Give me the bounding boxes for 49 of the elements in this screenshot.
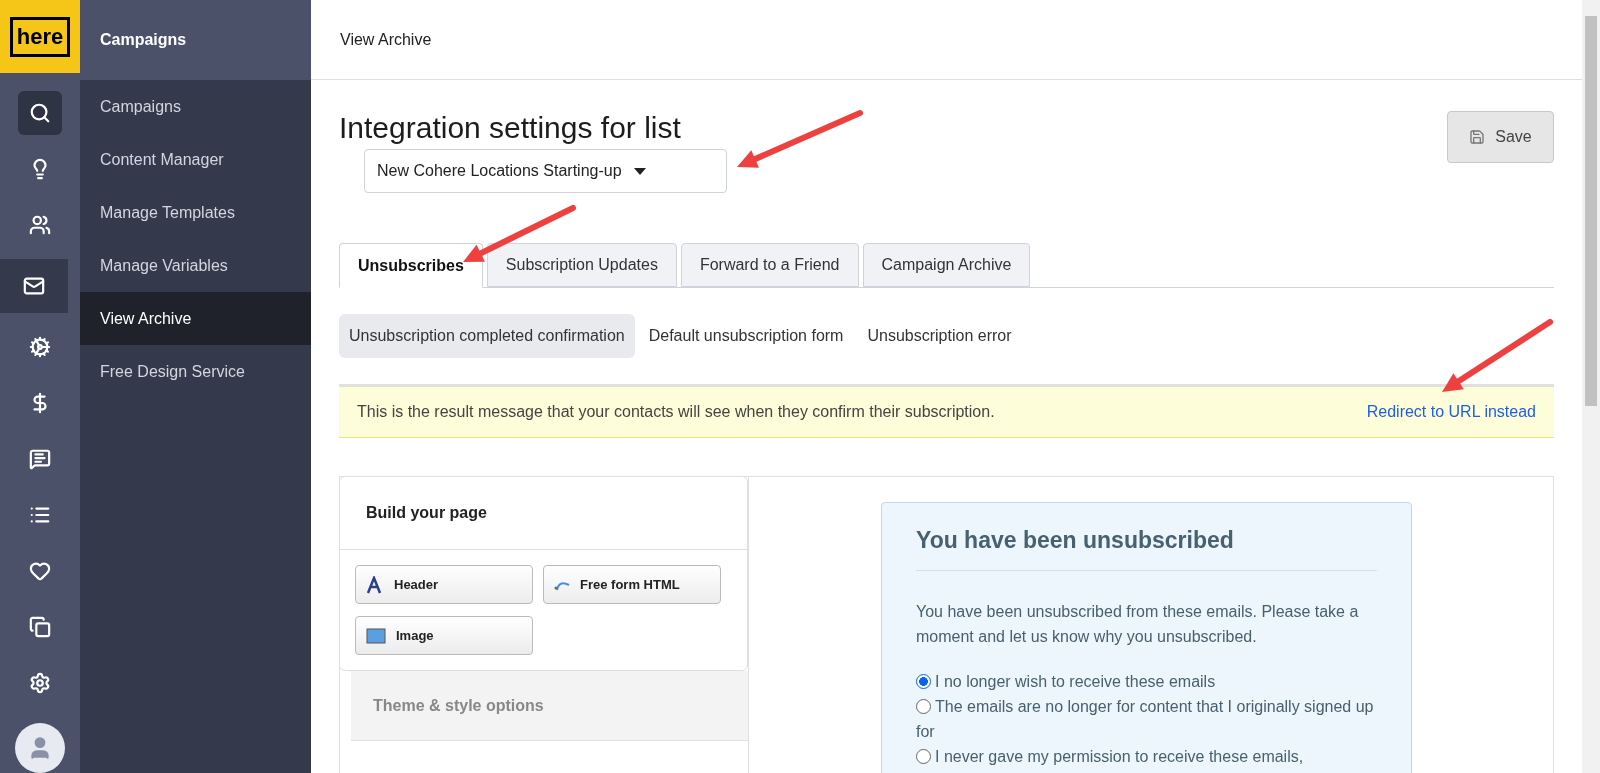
chat-icon: [29, 448, 51, 470]
save-icon: [1469, 129, 1486, 145]
tab[interactable]: Subscription Updates: [486, 243, 677, 287]
save-button[interactable]: Save: [1447, 111, 1554, 163]
page-heading: Integration settings for list: [339, 110, 682, 146]
banner-text: This is the result message that your contacts will see when they confirm their subscription.: [357, 402, 995, 422]
logo: here: [0, 0, 80, 73]
preview-intro: You have been unsubscribed from these emails. Please take a moment and let us know why you unsubscribed.: [916, 601, 1360, 647]
radio-button[interactable]: [916, 673, 931, 689]
radio-option[interactable]: The emails are no longer for content that I originally signed up for: [916, 693, 1377, 744]
sidebar-item[interactable]: Content Manager: [80, 133, 311, 186]
copy-icon: [29, 616, 51, 638]
radio-option[interactable]: I never gave my permission to receive these emails,: [916, 743, 1377, 769]
sidebar-title: Campaigns: [100, 30, 187, 50]
sidebar-item[interactable]: View Archive: [80, 292, 311, 345]
tab[interactable]: Campaign Archive: [862, 243, 1031, 287]
page-title: View Archive: [340, 29, 432, 50]
subtab[interactable]: Unsubscription error: [857, 314, 1022, 358]
block-button[interactable]: Header: [355, 565, 533, 604]
settings-icon: [29, 672, 51, 694]
block-button[interactable]: Free form HTML: [543, 565, 721, 604]
automation-icon: [29, 336, 51, 358]
preview-title: You have been unsubscribed: [916, 523, 1377, 571]
builder-title: Build your page: [366, 503, 487, 523]
redirect-link[interactable]: Redirect to URL instead: [1366, 400, 1536, 424]
sidebar-item[interactable]: Campaigns: [80, 80, 311, 133]
picture-icon: [366, 627, 386, 644]
caret-icon: [633, 167, 646, 175]
mail-icon: [23, 275, 45, 297]
list-icon: [29, 504, 51, 526]
contacts-icon: [29, 214, 51, 236]
tab[interactable]: Forward to a Friend: [680, 243, 859, 287]
radio-button[interactable]: [916, 748, 931, 764]
subtab[interactable]: Default unsubscription form: [638, 314, 854, 358]
radio-option[interactable]: I no longer wish to receive these emails: [916, 668, 1377, 694]
radio-button[interactable]: [916, 698, 931, 714]
heart-icon: [29, 560, 51, 582]
search-icon: [29, 102, 51, 124]
search-icon-button[interactable]: [18, 91, 62, 135]
mail-icon-button[interactable]: [0, 259, 68, 313]
list-select[interactable]: New Cohere Locations Starting-up: [364, 149, 727, 193]
letter-a-icon: [366, 575, 384, 594]
sidebar-item[interactable]: Manage Variables: [80, 239, 311, 292]
block-button[interactable]: Image: [355, 616, 533, 655]
sidebar-item[interactable]: Free Design Service: [80, 345, 311, 398]
avatar[interactable]: [15, 723, 65, 773]
tab[interactable]: Unsubscribes: [339, 243, 483, 288]
sidebar-item[interactable]: Manage Templates: [80, 186, 311, 239]
subtab[interactable]: Unsubscription completed confirmation: [339, 314, 635, 358]
